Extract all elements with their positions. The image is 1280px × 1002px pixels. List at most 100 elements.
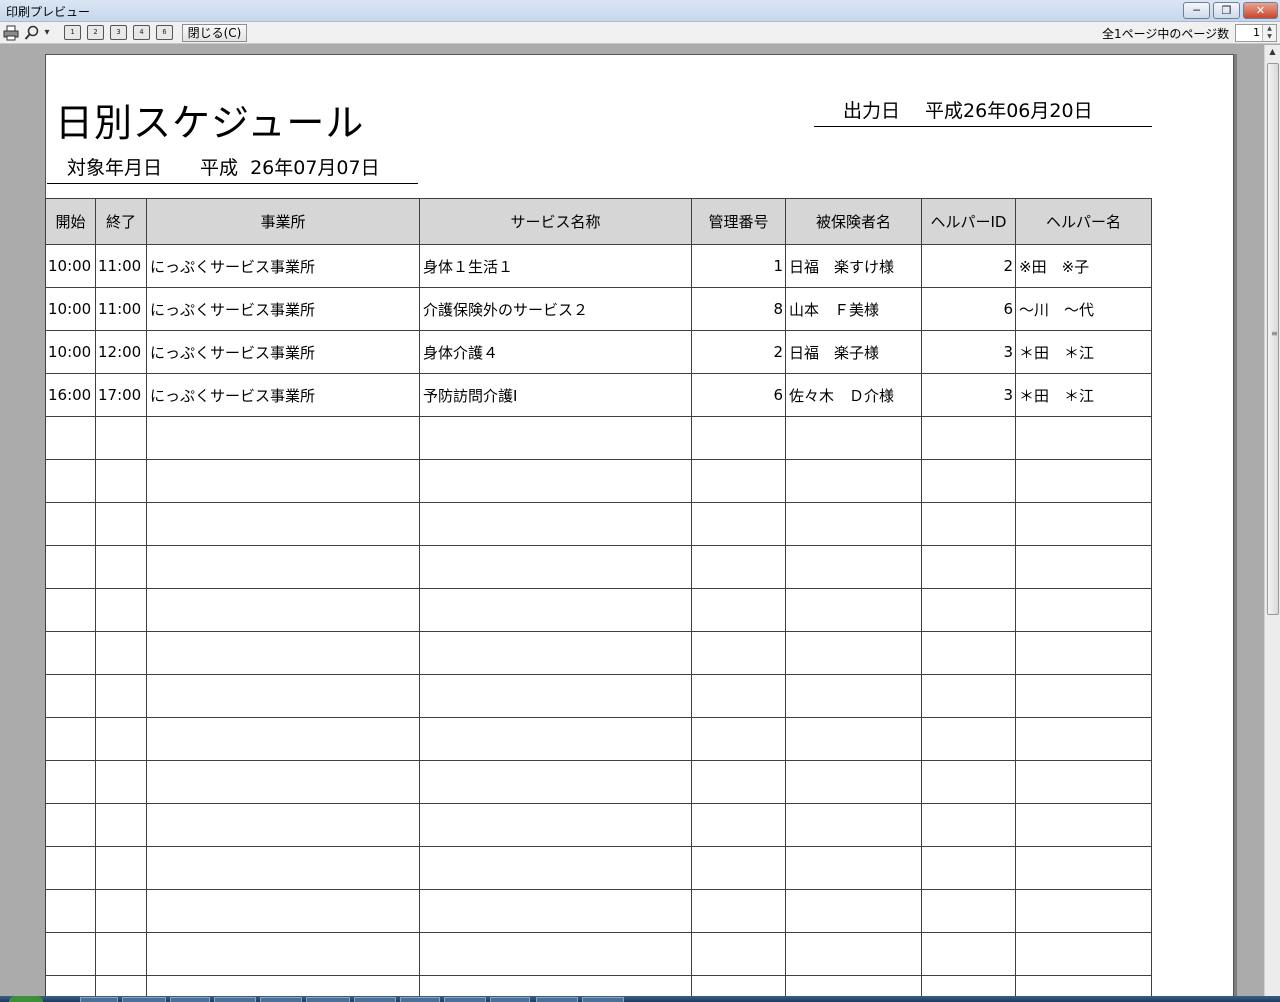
view-four-pages-button[interactable]: 4 [133,25,150,40]
empty-cell [146,932,420,976]
window-title: 印刷プレビュー [6,5,91,19]
empty-cell [146,545,420,589]
empty-table-row [45,631,1152,675]
empty-cell [419,674,692,718]
taskbar-button[interactable] [306,997,350,1002]
empty-cell [95,416,147,460]
table-row: 10:00 12:00 にっぷくサービス事業所 身体介護４ 2 日福 楽子様 3 ＊田 ＊江 [45,330,1152,374]
empty-cell [146,760,420,804]
empty-cell [691,932,786,976]
empty-cell [95,588,147,632]
table-header-row: 開始 終了 事業所 サービス名称 管理番号 被保険者名 ヘルパーID ヘルパー名 [45,198,1152,245]
table-row: 10:00 11:00 にっぷくサービス事業所 身体１生活１ 1 日福 楽すけ様 2 ※田 ※… [45,244,1152,288]
taskbar-button[interactable] [80,997,118,1002]
cell-end-time: 12:00 [95,330,147,374]
maximize-button[interactable]: ❐ [1213,2,1240,19]
empty-cell [691,459,786,503]
empty-cell [45,459,96,503]
cell-insured-name: 日福 楽すけ様 [785,244,922,288]
empty-table-row [45,674,1152,718]
target-date-underline [47,183,418,184]
empty-cell [419,932,692,976]
column-header-insured-name: 被保険者名 [785,198,922,245]
scrollbar-thumb[interactable]: ≡ [1267,63,1279,615]
page-number-value[interactable]: 1 [1253,26,1260,39]
taskbar-button[interactable] [400,997,440,1002]
empty-cell [921,803,1016,847]
empty-cell [785,502,922,546]
empty-cell [146,889,420,933]
start-button[interactable] [9,996,43,1002]
empty-cell [45,717,96,761]
view-six-pages-button[interactable]: 6 [156,25,173,40]
cell-service-name: 介護保険外のサービス２ [419,287,692,331]
view-two-pages-button[interactable]: 2 [87,25,104,40]
close-preview-button[interactable]: 閉じる(C) [182,24,247,42]
spinner-arrows-icon[interactable]: ▲ ▼ [1262,25,1276,41]
empty-cell [921,545,1016,589]
column-header-end: 終了 [95,198,147,245]
empty-cell [1015,932,1152,976]
empty-cell [419,803,692,847]
column-header-start: 開始 [45,198,96,245]
empty-cell [921,674,1016,718]
scroll-up-icon[interactable]: ▲ [1266,47,1279,61]
preview-toolbar: ▾ 1 2 3 4 6 閉じる(C) 全1ページ中のページ数 1 ▲ ▼ [0,22,1280,44]
printer-icon[interactable] [3,25,19,41]
taskbar-button[interactable] [536,997,578,1002]
view-one-page-button[interactable]: 1 [64,25,81,40]
empty-cell [146,416,420,460]
empty-cell [1015,416,1152,460]
empty-cell [146,846,420,890]
empty-table-row [45,588,1152,632]
cell-helper-id: 3 [921,373,1016,417]
close-window-button[interactable]: ✕ [1243,2,1278,19]
cell-service-name: 身体介護４ [419,330,692,374]
empty-cell [45,760,96,804]
cell-helper-id: 6 [921,287,1016,331]
page-count-label: 全1ページ中のページ数 [1102,27,1230,41]
taskbar-button[interactable] [122,997,166,1002]
empty-cell [785,416,922,460]
empty-cell [95,545,147,589]
empty-cell [1015,846,1152,890]
cell-management-number: 6 [691,373,786,417]
empty-cell [691,760,786,804]
empty-cell [45,889,96,933]
taskbar-button[interactable] [260,997,302,1002]
chevron-down-icon[interactable]: ▾ [42,25,52,41]
empty-cell [921,717,1016,761]
taskbar-button[interactable] [444,997,486,1002]
empty-cell [45,631,96,675]
vertical-scrollbar[interactable]: ▲ ≡ [1264,45,1280,996]
empty-cell [419,889,692,933]
page-number-spinner[interactable]: 1 ▲ ▼ [1235,24,1277,42]
view-three-pages-button[interactable]: 3 [110,25,127,40]
table-row: 10:00 11:00 にっぷくサービス事業所 介護保険外のサービス２ 8 山本 Ｆ美様 6… [45,287,1152,331]
empty-cell [95,631,147,675]
minimize-button[interactable]: ─ [1183,2,1210,19]
taskbar-button[interactable] [170,997,210,1002]
empty-table-row [45,502,1152,546]
empty-table-row [45,932,1152,976]
empty-cell [691,717,786,761]
empty-cell [691,631,786,675]
grip-icon: ≡ [1271,329,1278,338]
taskbar-button[interactable] [582,997,624,1002]
taskbar-button[interactable] [490,997,530,1002]
empty-cell [146,717,420,761]
empty-cell [146,459,420,503]
empty-table-row [45,889,1152,933]
taskbar-button[interactable] [354,997,396,1002]
cell-office: にっぷくサービス事業所 [146,330,420,374]
empty-cell [691,889,786,933]
empty-cell [45,846,96,890]
taskbar-button[interactable] [214,997,256,1002]
column-header-helper-name: ヘルパー名 [1015,198,1152,245]
magnifier-icon[interactable] [24,25,40,41]
empty-cell [691,846,786,890]
empty-cell [45,416,96,460]
empty-cell [691,545,786,589]
document-title: 日別スケジュール [55,101,365,145]
empty-cell [785,631,922,675]
